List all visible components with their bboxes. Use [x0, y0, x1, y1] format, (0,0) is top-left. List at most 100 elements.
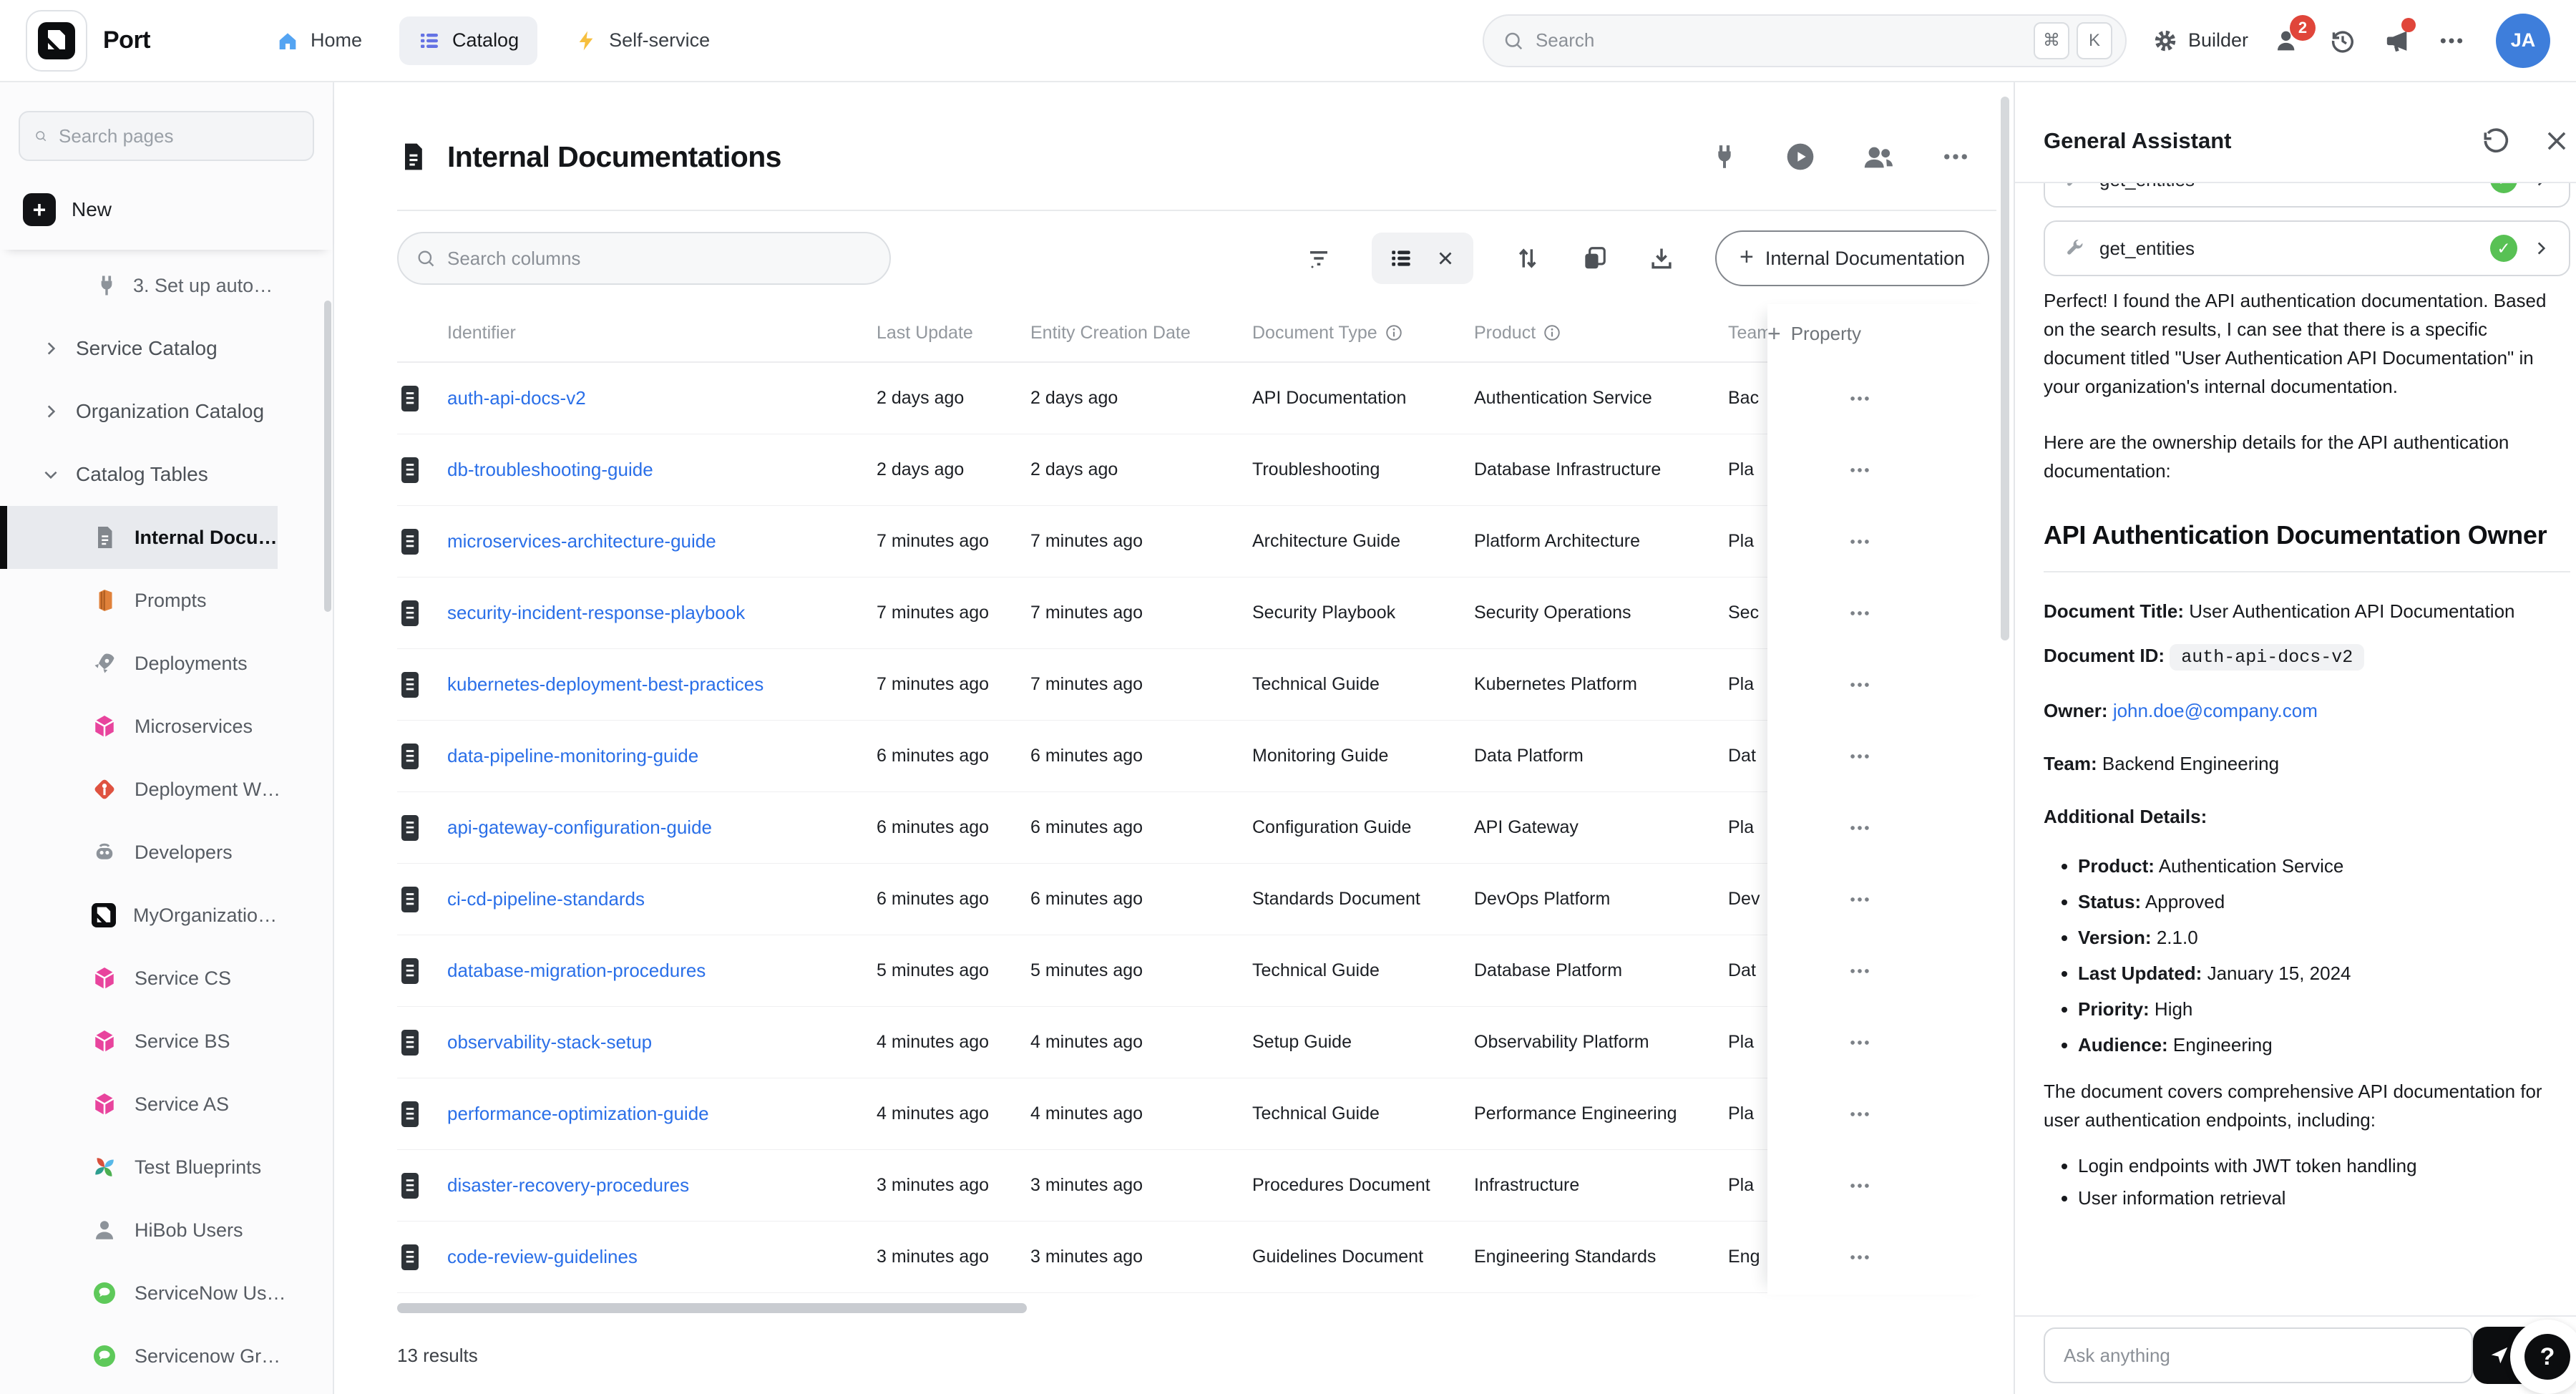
row-actions-button[interactable]: [1767, 649, 1996, 721]
add-internal-documentation-button[interactable]: + Internal Documentation: [1715, 230, 1989, 286]
sidebar-item-service-cs[interactable]: Service CS: [0, 947, 231, 1010]
tour-play-button[interactable]: [1785, 141, 1816, 172]
column-header-product[interactable]: Product: [1474, 323, 1728, 343]
table-row[interactable]: ci-cd-pipeline-standards 6 minutes ago 6…: [397, 864, 1996, 935]
sidebar-item-developers[interactable]: Developers: [0, 821, 233, 884]
sidebar-item-servicenow-users[interactable]: ServiceNow Us…: [0, 1262, 286, 1325]
horizontal-scrollbar[interactable]: [397, 1303, 1027, 1313]
global-search-input[interactable]: [1536, 29, 2022, 52]
columns-search[interactable]: [397, 232, 891, 285]
sidebar-item-setup-auto[interactable]: 3. Set up auto…: [0, 254, 273, 317]
page-more-options-button[interactable]: [1941, 142, 1971, 172]
sidebar-item-service-bs[interactable]: Service BS: [0, 1010, 230, 1073]
table-row[interactable]: api-gateway-configuration-guide 6 minute…: [397, 792, 1996, 864]
sidebar-item-internal-documentations[interactable]: Internal Docu…: [0, 506, 278, 569]
table-row[interactable]: disaster-recovery-procedures 3 minutes a…: [397, 1150, 1996, 1222]
row-identifier-link[interactable]: auth-api-docs-v2: [447, 387, 877, 409]
row-identifier-link[interactable]: ci-cd-pipeline-standards: [447, 888, 877, 910]
nav-item-self-service[interactable]: Self-service: [556, 16, 728, 65]
data-sources-button[interactable]: [1710, 142, 1739, 171]
row-identifier-link[interactable]: api-gateway-configuration-guide: [447, 817, 877, 839]
more-options-button[interactable]: [2437, 26, 2466, 55]
row-identifier-link[interactable]: kubernetes-deployment-best-practices: [447, 673, 877, 696]
column-header-last-update[interactable]: Last Update: [877, 323, 1030, 343]
row-identifier-link[interactable]: microservices-architecture-guide: [447, 530, 877, 552]
table-row[interactable]: performance-optimization-guide 4 minutes…: [397, 1078, 1996, 1150]
reset-conversation-button[interactable]: [2482, 127, 2510, 155]
sidebar-item-test-blueprints[interactable]: Test Blueprints: [0, 1136, 261, 1199]
row-actions-button[interactable]: [1767, 1150, 1996, 1222]
sidebar-scrollbar[interactable]: [324, 301, 331, 612]
table-row[interactable]: data-pipeline-monitoring-guide 6 minutes…: [397, 721, 1996, 792]
row-actions-button[interactable]: [1767, 1222, 1996, 1293]
column-header-entity-creation-date[interactable]: Entity Creation Date: [1030, 323, 1252, 343]
sidebar-group-catalog-tables[interactable]: Catalog Tables: [0, 443, 208, 506]
sidebar-item-hibob-users[interactable]: HiBob Users: [0, 1199, 243, 1262]
global-search[interactable]: ⌘ K: [1483, 14, 2127, 67]
table-row[interactable]: microservices-architecture-guide 7 minut…: [397, 506, 1996, 577]
row-identifier-link[interactable]: database-migration-procedures: [447, 960, 877, 982]
close-panel-button[interactable]: [2543, 127, 2570, 155]
clear-view-button[interactable]: [1435, 248, 1456, 269]
sidebar-item-prompts[interactable]: Prompts: [0, 569, 207, 632]
table-row[interactable]: observability-stack-setup 4 minutes ago …: [397, 1007, 1996, 1078]
row-identifier-link[interactable]: data-pipeline-monitoring-guide: [447, 745, 877, 767]
copy-button[interactable]: [1581, 245, 1608, 272]
row-actions-button[interactable]: [1767, 864, 1996, 935]
row-actions-button[interactable]: [1767, 577, 1996, 649]
ask-anything-input[interactable]: [2044, 1327, 2473, 1383]
row-actions-button[interactable]: [1767, 935, 1996, 1007]
sort-button[interactable]: [1513, 245, 1541, 272]
nav-item-catalog[interactable]: Catalog: [399, 16, 537, 65]
sidebar-search-input[interactable]: [59, 125, 298, 147]
row-identifier-link[interactable]: observability-stack-setup: [447, 1031, 877, 1053]
row-actions-button[interactable]: [1767, 1078, 1996, 1150]
columns-search-input[interactable]: [447, 248, 872, 270]
row-identifier-link[interactable]: disaster-recovery-procedures: [447, 1174, 877, 1196]
sidebar-item-deployment-workflow[interactable]: Deployment W…: [0, 758, 280, 821]
table-row[interactable]: database-migration-procedures 5 minutes …: [397, 935, 1996, 1007]
sidebar-search[interactable]: [19, 111, 314, 161]
sidebar-item-service-as[interactable]: Service AS: [0, 1073, 229, 1136]
tool-call-chip[interactable]: get_entities ✓: [2044, 220, 2570, 276]
nav-item-home[interactable]: Home: [258, 16, 381, 65]
table-row[interactable]: db-troubleshooting-guide 2 days ago 2 da…: [397, 434, 1996, 506]
row-identifier-link[interactable]: security-incident-response-playbook: [447, 602, 877, 624]
sidebar-item-my-organization[interactable]: MyOrganizatio…: [0, 884, 277, 947]
table-row[interactable]: security-incident-response-playbook 7 mi…: [397, 577, 1996, 649]
table-row[interactable]: auth-api-docs-v2 2 days ago 2 days ago A…: [397, 363, 1996, 434]
download-button[interactable]: [1648, 245, 1675, 272]
filter-button[interactable]: [1306, 245, 1332, 271]
row-actions-button[interactable]: [1767, 363, 1996, 434]
add-property-button[interactable]: + Property: [1767, 304, 1861, 363]
permissions-users-button[interactable]: [1862, 140, 1895, 173]
row-actions-button[interactable]: [1767, 506, 1996, 577]
list-view-button[interactable]: [1389, 246, 1413, 270]
sidebar-item-microservices[interactable]: Microservices: [0, 695, 253, 758]
table-row[interactable]: kubernetes-deployment-best-practices 7 m…: [397, 649, 1996, 721]
port-logo-button[interactable]: [26, 10, 87, 72]
row-identifier-link[interactable]: code-review-guidelines: [447, 1246, 877, 1268]
row-actions-button[interactable]: [1767, 434, 1996, 506]
audit-log-button[interactable]: [2328, 26, 2357, 55]
row-actions-button[interactable]: [1767, 792, 1996, 864]
row-actions-button[interactable]: [1767, 1007, 1996, 1078]
main-scrollbar[interactable]: [2001, 97, 2009, 640]
builder-button[interactable]: Builder: [2152, 28, 2248, 54]
new-page-button[interactable]: + New: [19, 187, 116, 233]
row-identifier-link[interactable]: db-troubleshooting-guide: [447, 459, 877, 481]
sidebar-item-deployments[interactable]: Deployments: [0, 632, 248, 695]
sidebar-item-servicenow-groups[interactable]: Servicenow Gr…: [0, 1325, 280, 1388]
table-row[interactable]: code-review-guidelines 3 minutes ago 3 m…: [397, 1222, 1996, 1293]
column-header-identifier[interactable]: Identifier: [447, 323, 877, 343]
row-actions-button[interactable]: [1767, 721, 1996, 792]
announcements-button[interactable]: [2383, 26, 2411, 55]
column-header-document-type[interactable]: Document Type: [1252, 323, 1474, 343]
tool-call-chip[interactable]: get_entities ✓: [2044, 183, 2570, 208]
owner-email-link[interactable]: john.doe@company.com: [2113, 700, 2318, 721]
user-avatar[interactable]: JA: [2496, 14, 2550, 68]
sidebar-group-service-catalog[interactable]: Service Catalog: [0, 317, 218, 380]
sidebar-group-organization-catalog[interactable]: Organization Catalog: [0, 380, 264, 443]
invite-users-button[interactable]: 2: [2274, 26, 2303, 55]
row-identifier-link[interactable]: performance-optimization-guide: [447, 1103, 877, 1125]
